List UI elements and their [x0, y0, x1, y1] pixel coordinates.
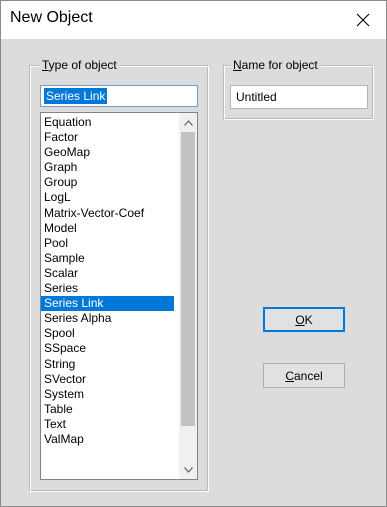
list-item[interactable]: ValMap: [41, 432, 174, 447]
list-item[interactable]: String: [41, 357, 174, 372]
list-item[interactable]: LogL: [41, 190, 174, 205]
list-item[interactable]: Series: [41, 281, 174, 296]
list-item[interactable]: SSpace: [41, 341, 174, 356]
list-item[interactable]: Table: [41, 402, 174, 417]
list-item[interactable]: Graph: [41, 160, 174, 175]
dialog-title: New Object: [10, 9, 93, 26]
chevron-up-icon: [183, 119, 193, 126]
title-bar: New Object: [1, 1, 386, 39]
list-item[interactable]: GeoMap: [41, 145, 174, 160]
scroll-up-button[interactable]: [179, 114, 197, 131]
list-item[interactable]: Series Alpha: [41, 311, 174, 326]
new-object-dialog: New Object Type of object Series Link Eq…: [0, 0, 387, 507]
object-type-input[interactable]: Series Link: [40, 85, 198, 107]
list-item[interactable]: Spool: [41, 326, 174, 341]
scroll-down-button[interactable]: [179, 461, 197, 478]
list-item[interactable]: Model: [41, 221, 174, 236]
list-item[interactable]: SVector: [41, 372, 174, 387]
name-for-object-group: Name for object Untitled: [223, 58, 374, 120]
list-item[interactable]: Pool: [41, 236, 174, 251]
name-for-object-label: Name for object: [230, 58, 321, 72]
chevron-down-icon: [183, 466, 193, 473]
cancel-button[interactable]: Cancel: [263, 363, 345, 388]
list-item[interactable]: Group: [41, 175, 174, 190]
list-item[interactable]: Scalar: [41, 266, 174, 281]
list-scrollbar[interactable]: [179, 113, 197, 479]
object-name-input[interactable]: Untitled: [230, 85, 368, 109]
list-item[interactable]: Text: [41, 417, 174, 432]
object-type-list-items: Equation Factor GeoMap Graph Group LogL Matrix…: [41, 115, 174, 447]
close-button[interactable]: [340, 1, 386, 39]
ok-button[interactable]: OK: [263, 307, 345, 332]
list-item[interactable]: Sample: [41, 251, 174, 266]
list-item[interactable]: Factor: [41, 130, 174, 145]
list-item[interactable]: System: [41, 387, 174, 402]
type-of-object-group: Type of object Series Link Equation Facto…: [29, 58, 209, 492]
object-type-input-value: Series Link: [44, 88, 108, 104]
scroll-thumb[interactable]: [181, 132, 195, 426]
type-of-object-label: Type of object: [39, 58, 120, 72]
list-item[interactable]: Series Link: [41, 296, 174, 312]
close-icon: [356, 13, 370, 27]
object-type-list[interactable]: Equation Factor GeoMap Graph Group LogL Matrix…: [40, 112, 198, 480]
list-item[interactable]: Matrix-Vector-Coef: [41, 206, 174, 221]
list-item[interactable]: Equation: [41, 115, 174, 130]
